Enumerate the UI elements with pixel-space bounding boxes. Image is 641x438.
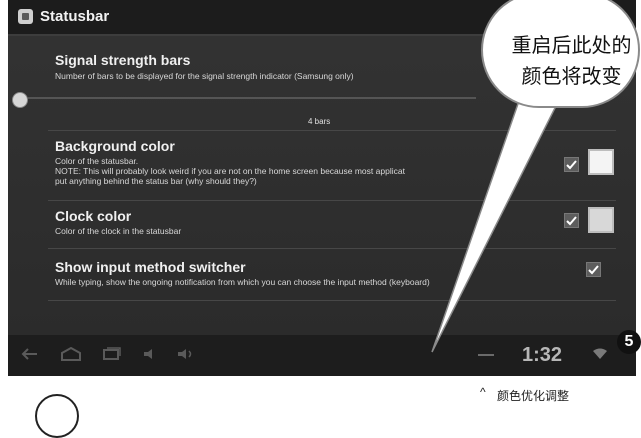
callout-text: 重启后此处的 颜色将改变	[499, 30, 641, 92]
callout-line2: 颜色将改变	[521, 64, 622, 88]
step-badge: 5	[617, 330, 641, 354]
callout-line1: 重启后此处的	[511, 33, 632, 57]
